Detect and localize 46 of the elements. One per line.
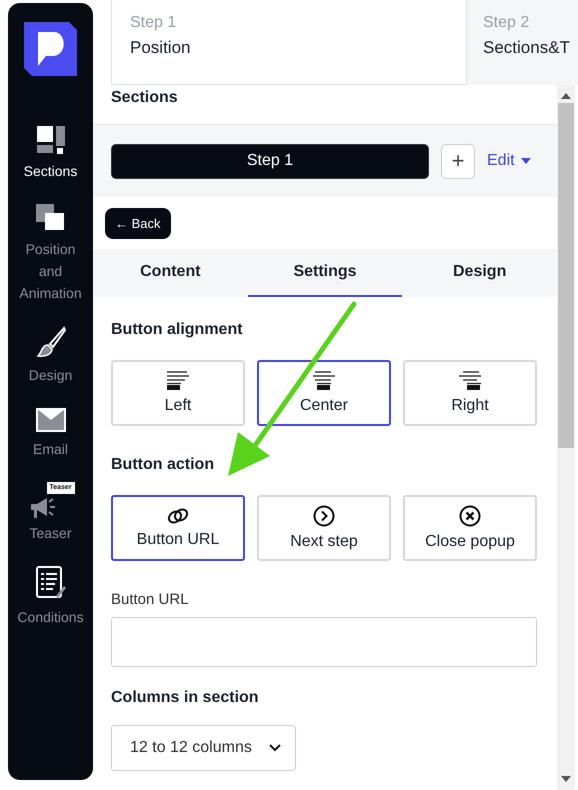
section-heading: Button action [111,456,216,475]
action-option[interactable]: Next step [257,495,391,561]
paintbrush-icon [36,326,66,358]
alignment-option[interactable]: Center [257,360,391,426]
tab[interactable]: Content [93,249,248,297]
chevron-down-icon [269,744,281,752]
sidebar-item[interactable]: Design [8,326,93,386]
sidebar-item[interactable]: Conditions [8,566,93,628]
overlapping-squares-icon [36,204,66,232]
edit-link[interactable]: Edit [487,152,531,170]
scroll-up-icon[interactable] [561,93,571,99]
chevron-circle-icon [313,505,335,527]
sections-icon [36,126,64,154]
url-input-field[interactable] [111,617,537,667]
section-heading: Columns in section [111,689,260,708]
align-right-icon [459,371,481,391]
scrollbar[interactable] [557,85,575,790]
align-center-icon [313,371,335,391]
tab[interactable]: Design [402,249,558,297]
section-heading: Button alignment [111,321,244,340]
checklist-icon [36,566,66,600]
field-label: Button URL [111,591,190,608]
alignment-option[interactable]: Right [403,360,537,426]
sidebar-item[interactable]: Position and Animation [8,204,93,304]
envelope-icon [36,408,66,432]
panel-title: Sections [111,89,178,107]
step-tab[interactable]: Step 2 Sections&T [467,0,578,85]
columns-dropdown[interactable]: 12 to 12 columns [111,725,296,771]
back-button[interactable]: ← Back [105,208,171,238]
megaphone-icon [28,496,56,520]
action-option[interactable]: Close popup [403,495,537,561]
caret-icon [520,158,531,164]
sidebar-item[interactable]: Sections [8,126,93,182]
action-option[interactable]: Button URL [111,495,245,561]
logo-icon [24,22,77,76]
section-button[interactable]: Step 1 [111,144,429,178]
link-icon [166,507,190,525]
add-button[interactable]: + [441,144,475,178]
alignment-option[interactable]: Left [111,360,245,426]
tab[interactable]: Settings [248,249,402,297]
close-circle-icon [459,505,481,527]
align-left-icon [167,371,189,391]
sidebar-item[interactable]: Email [8,408,93,460]
scroll-down-icon[interactable] [561,776,571,782]
scrollbar-thumb[interactable] [558,103,574,448]
step-tab[interactable]: Step 1 Position [111,0,467,85]
